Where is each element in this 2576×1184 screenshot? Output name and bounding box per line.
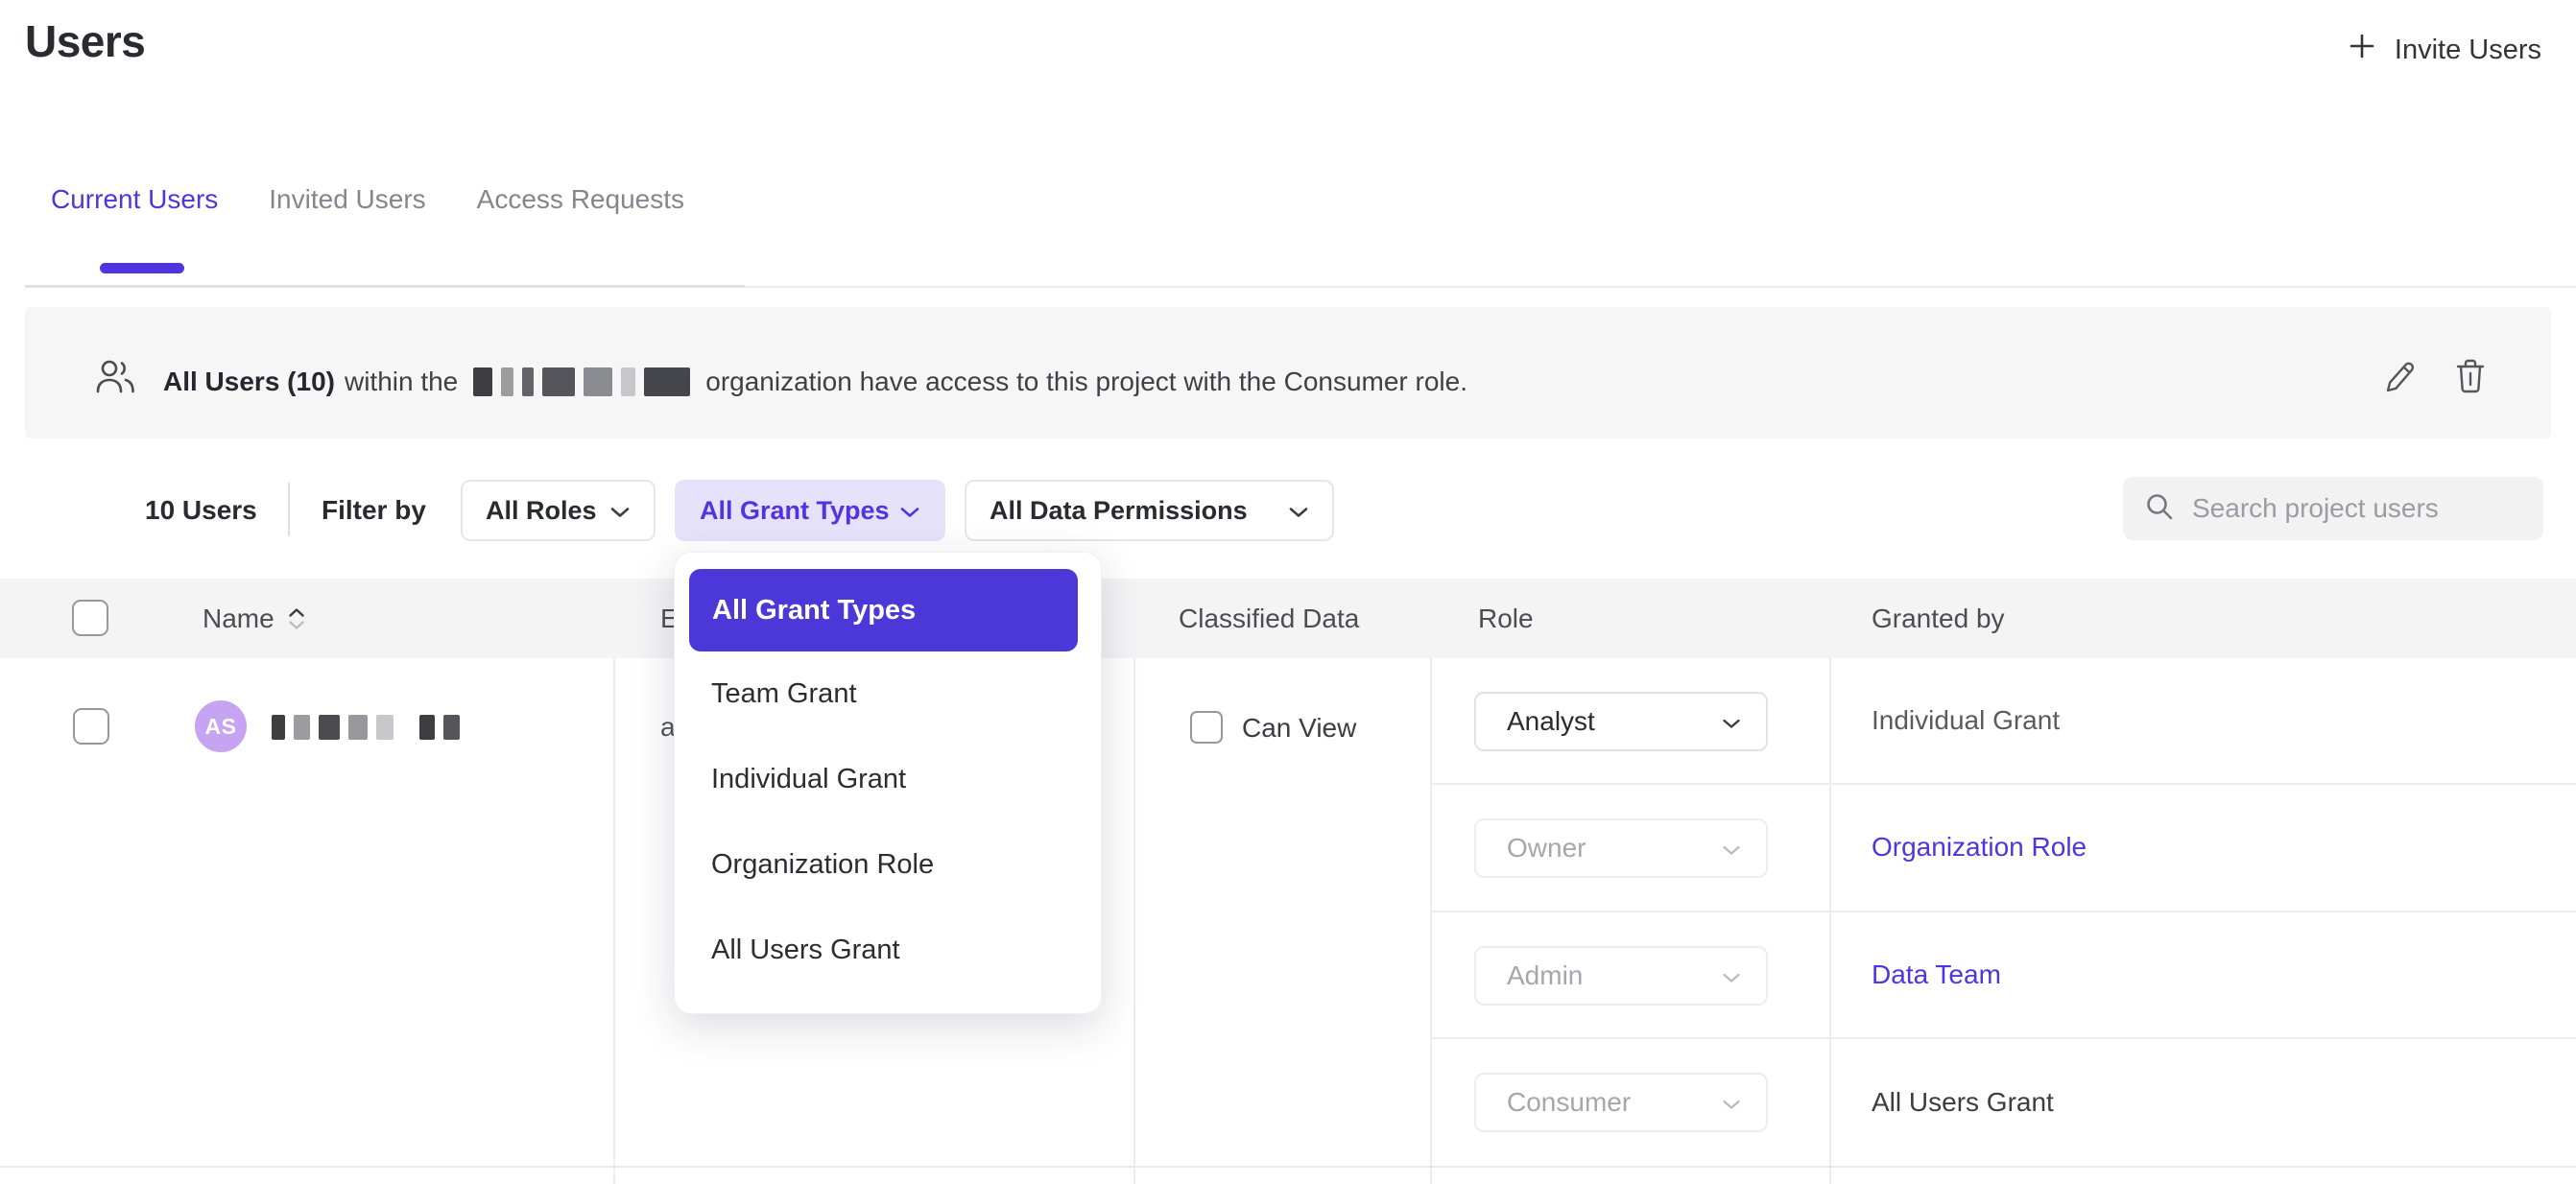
all-data-permissions-label: All Data Permissions xyxy=(990,496,1248,526)
tab-invited-users[interactable]: Invited Users xyxy=(269,184,425,215)
all-users-banner: All Users (10) within the organization h… xyxy=(25,307,2551,438)
delete-grant-button[interactable] xyxy=(2453,357,2488,395)
tab-current-users[interactable]: Current Users xyxy=(51,184,218,215)
banner-bold-text: All Users (10) xyxy=(163,367,335,397)
menu-item-all-users-grant[interactable]: All Users Grant xyxy=(675,908,1101,993)
granted-by-header-label: Granted by xyxy=(1872,604,2005,634)
all-roles-filter[interactable]: All Roles xyxy=(461,480,656,541)
banner-post-text: organization have access to this project… xyxy=(705,367,1467,397)
search-project-users xyxy=(2123,477,2543,540)
column-divider xyxy=(1133,658,1135,1184)
table-body: AS a Can View Analyst Individual Grant xyxy=(0,658,2576,1184)
chevron-down-icon xyxy=(1722,1087,1741,1118)
all-data-permissions-filter[interactable]: All Data Permissions xyxy=(965,480,1334,541)
row-divider xyxy=(0,1166,2576,1168)
role-header-label: Role xyxy=(1478,604,1534,634)
tabs-divider xyxy=(25,285,745,288)
role-dropdown-consumer[interactable]: Consumer xyxy=(1474,1073,1768,1132)
filter-by-label: Filter by xyxy=(322,495,426,526)
role-dropdown-owner[interactable]: Owner xyxy=(1474,818,1768,878)
tab-access-requests[interactable]: Access Requests xyxy=(477,184,684,215)
page-title: Users xyxy=(25,15,145,67)
granted-by-value: Individual Grant xyxy=(1872,658,2060,783)
can-view-label: Can View xyxy=(1242,713,1356,744)
role-dropdown-admin[interactable]: Admin xyxy=(1474,946,1768,1006)
chevron-down-icon xyxy=(1722,960,1741,991)
menu-item-organization-role[interactable]: Organization Role xyxy=(675,822,1101,908)
column-header-role: Role xyxy=(1478,579,1534,658)
search-input[interactable] xyxy=(2192,493,2539,524)
chevron-down-icon xyxy=(1722,833,1741,864)
name-header-label: Name xyxy=(203,604,274,634)
pencil-icon xyxy=(2380,383,2417,397)
role-value: Consumer xyxy=(1507,1087,1631,1118)
select-all-checkbox[interactable] xyxy=(72,600,108,636)
trash-icon xyxy=(2453,384,2488,398)
filter-divider xyxy=(288,483,290,536)
role-dropdown-analyst[interactable]: Analyst xyxy=(1474,692,1768,751)
all-roles-label: All Roles xyxy=(486,496,597,526)
user-count: 10 Users xyxy=(145,495,257,526)
all-grant-types-label: All Grant Types xyxy=(700,496,890,526)
search-icon xyxy=(2144,491,2175,527)
chevron-down-icon xyxy=(899,496,920,526)
column-divider xyxy=(613,658,615,1184)
role-value: Admin xyxy=(1507,960,1583,991)
banner-pre-text: within the xyxy=(345,367,458,397)
tabs-divider-light xyxy=(745,286,2576,288)
invite-users-label: Invite Users xyxy=(2395,35,2541,66)
people-icon xyxy=(94,357,136,400)
role-value: Owner xyxy=(1507,833,1586,864)
invite-users-button[interactable]: Invite Users xyxy=(2347,31,2541,69)
tab-bar: Current Users Invited Users Access Reque… xyxy=(51,184,684,215)
banner-actions xyxy=(2380,357,2488,395)
column-header-classified-data: Classified Data xyxy=(1179,579,1359,658)
chevron-down-icon xyxy=(609,496,631,526)
granted-by-link[interactable]: Data Team xyxy=(1872,912,2001,1037)
grant-row: Owner Organization Role xyxy=(1430,785,2576,912)
granted-by-value: All Users Grant xyxy=(1872,1039,2054,1166)
granted-by-link[interactable]: Organization Role xyxy=(1872,785,2087,910)
column-header-name[interactable]: Name xyxy=(203,579,305,658)
sort-icon xyxy=(288,607,305,630)
menu-item-individual-grant[interactable]: Individual Grant xyxy=(675,737,1101,822)
grant-types-dropdown-menu: All Grant Types Team Grant Individual Gr… xyxy=(674,552,1102,1014)
grant-row: Admin Data Team xyxy=(1430,912,2576,1039)
row-checkbox[interactable] xyxy=(73,708,109,745)
grant-row: Analyst Individual Grant xyxy=(1430,658,2576,785)
role-value: Analyst xyxy=(1507,706,1595,737)
can-view-checkbox[interactable] xyxy=(1190,711,1223,744)
chevron-down-icon xyxy=(1288,496,1309,526)
redacted-user-name xyxy=(272,715,460,740)
menu-item-all-grant-types-selected[interactable]: All Grant Types xyxy=(689,569,1078,651)
grant-row: Consumer All Users Grant xyxy=(1430,1039,2576,1166)
chevron-down-icon xyxy=(1722,706,1741,737)
avatar: AS xyxy=(195,700,247,752)
classified-header-label: Classified Data xyxy=(1179,604,1359,634)
plus-icon xyxy=(2347,31,2377,69)
all-grant-types-filter[interactable]: All Grant Types xyxy=(675,480,945,541)
redacted-org-name xyxy=(473,367,690,396)
table-header: Name E Classified Data Role Granted by xyxy=(0,579,2576,658)
grants-list: Analyst Individual Grant Owner Organizat… xyxy=(1430,658,2576,1166)
edit-grant-button[interactable] xyxy=(2380,357,2417,395)
menu-item-team-grant[interactable]: Team Grant xyxy=(675,651,1101,737)
users-page: Users Invite Users Current Users Invited… xyxy=(0,0,2576,1184)
column-header-granted-by: Granted by xyxy=(1872,579,2005,658)
banner-text: All Users (10) within the organization h… xyxy=(163,367,1467,397)
active-tab-indicator xyxy=(100,263,184,273)
